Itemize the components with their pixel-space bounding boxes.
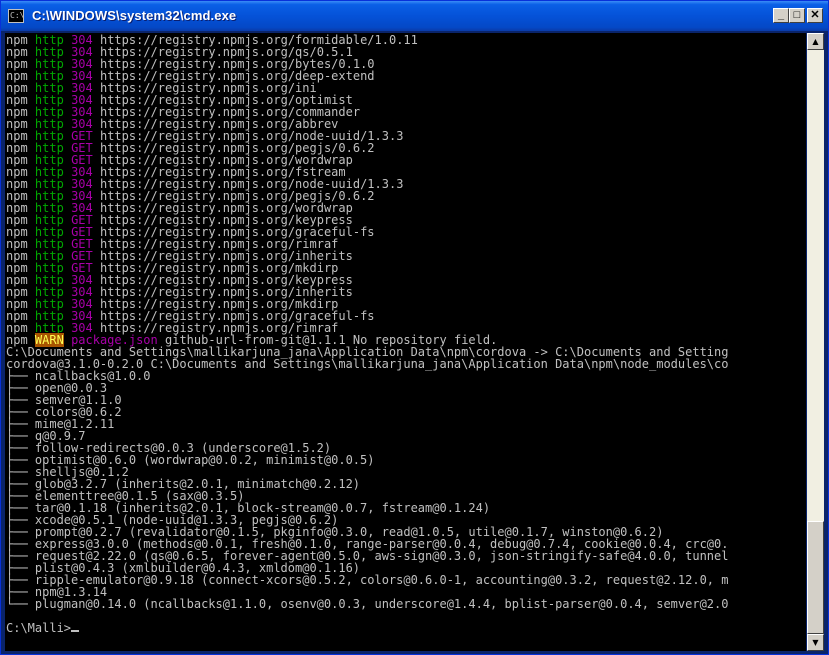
title-bar[interactable]: C:\ C:\WINDOWS\system32\cmd.exe _ □ ✕	[1, 1, 828, 31]
scroll-thumb[interactable]	[807, 521, 824, 634]
vertical-scrollbar[interactable]: ▲ ▼	[807, 33, 824, 651]
tree-item: ├── ncallbacks@1.0.0	[6, 370, 806, 382]
cmd-window: C:\ C:\WINDOWS\system32\cmd.exe _ □ ✕ np…	[0, 0, 829, 655]
tree-item: ├── ripple-emulator@0.9.18 (connect-xcor…	[6, 574, 806, 586]
tree-item: ├── semver@1.1.0	[6, 394, 806, 406]
window-title: C:\WINDOWS\system32\cmd.exe	[32, 8, 237, 23]
request-log: npm http 304 https://registry.npmjs.org/…	[6, 34, 806, 334]
tree-branch: └──	[6, 597, 35, 611]
maximize-button[interactable]: □	[789, 8, 805, 23]
console-output[interactable]: npm http 304 https://registry.npmjs.org/…	[5, 33, 806, 651]
command-prompt: C:\Malli>	[6, 621, 72, 635]
tree-item: ├── colors@0.6.2	[6, 406, 806, 418]
close-button[interactable]: ✕	[807, 8, 823, 23]
arrow-up-icon: ▲	[812, 37, 819, 46]
minimize-button[interactable]: _	[773, 8, 789, 23]
console-app-icon[interactable]: C:\	[8, 9, 24, 23]
tree-package: plugman@0.14.0 (ncallbacks@1.1.0, osenv@…	[34, 597, 729, 611]
text-cursor	[71, 630, 80, 632]
scroll-up-button[interactable]: ▲	[807, 33, 824, 50]
prompt-line[interactable]: C:\Malli>	[6, 622, 806, 634]
dependency-tree: ├── ncallbacks@1.0.0 ├── open@0.0.3 ├── se…	[6, 370, 806, 610]
tree-package: ripple-emulator@0.9.18 (connect-xcors@0.…	[34, 573, 729, 587]
tree-item: └── plugman@0.14.0 (ncallbacks@1.1.0, os…	[6, 598, 806, 610]
tree-item: ├── mime@1.2.11	[6, 418, 806, 430]
scroll-down-button[interactable]: ▼	[807, 634, 824, 651]
arrow-down-icon: ▼	[812, 638, 819, 647]
tree-item: ├── open@0.0.3	[6, 382, 806, 394]
